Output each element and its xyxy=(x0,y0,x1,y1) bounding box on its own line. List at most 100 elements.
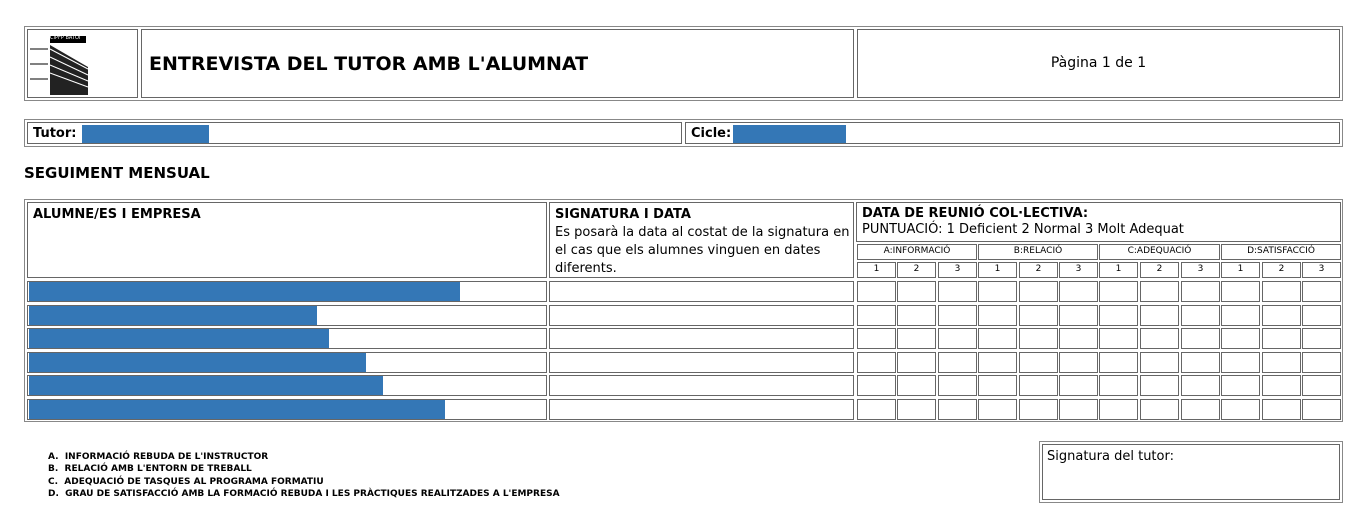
score-cell[interactable] xyxy=(1059,375,1098,396)
score-cell[interactable] xyxy=(897,399,936,420)
score-scale: PUNTUACIÓ: 1 Deficient 2 Normal 3 Molt A… xyxy=(862,222,1184,237)
score-cell[interactable] xyxy=(1099,352,1138,373)
score-column-header: 2 xyxy=(1140,262,1179,278)
score-column-header: 3 xyxy=(1302,262,1341,278)
score-cell[interactable] xyxy=(897,305,936,326)
tutor-signature-field: Signatura del tutor: xyxy=(1042,444,1340,500)
score-cell[interactable] xyxy=(1262,328,1301,349)
score-cell[interactable] xyxy=(978,328,1017,349)
score-cell[interactable] xyxy=(1302,305,1341,326)
score-cell[interactable] xyxy=(1059,305,1098,326)
signature-date-cell[interactable] xyxy=(549,328,854,349)
score-cell[interactable] xyxy=(1019,375,1058,396)
score-cell[interactable] xyxy=(1302,328,1341,349)
score-cell[interactable] xyxy=(1181,305,1220,326)
score-cell[interactable] xyxy=(938,399,977,420)
score-cell[interactable] xyxy=(978,352,1017,373)
signature-date-cell[interactable] xyxy=(549,399,854,420)
score-cell[interactable] xyxy=(1181,328,1220,349)
score-cell[interactable] xyxy=(1302,399,1341,420)
score-cell[interactable] xyxy=(1059,352,1098,373)
score-cell[interactable] xyxy=(938,328,977,349)
score-cell[interactable] xyxy=(1099,328,1138,349)
score-cell[interactable] xyxy=(1140,399,1179,420)
score-column-header: 1 xyxy=(1099,262,1138,278)
score-cell[interactable] xyxy=(978,281,1017,302)
score-cell[interactable] xyxy=(1221,352,1260,373)
score-cell[interactable] xyxy=(1181,375,1220,396)
student-cell[interactable] xyxy=(27,305,547,326)
score-cell[interactable] xyxy=(1019,352,1058,373)
score-cell[interactable] xyxy=(978,305,1017,326)
score-cell[interactable] xyxy=(1140,305,1179,326)
score-cell[interactable] xyxy=(857,281,896,302)
score-cell[interactable] xyxy=(1099,281,1138,302)
signature-date-cell[interactable] xyxy=(549,352,854,373)
score-cell[interactable] xyxy=(1140,375,1179,396)
score-cell[interactable] xyxy=(1262,281,1301,302)
legend-item: B. RELACIÓ AMB L'ENTORN DE TREBALL xyxy=(48,464,252,475)
score-cell[interactable] xyxy=(938,281,977,302)
score-cell[interactable] xyxy=(857,399,896,420)
score-cell[interactable] xyxy=(897,328,936,349)
student-redaction xyxy=(29,306,317,325)
score-cell[interactable] xyxy=(938,352,977,373)
score-cell[interactable] xyxy=(1221,328,1260,349)
score-cell[interactable] xyxy=(1262,399,1301,420)
score-column-header: 3 xyxy=(1059,262,1098,278)
title-cell: ENTREVISTA DEL TUTOR AMB L'ALUMNAT xyxy=(141,29,854,98)
score-cell[interactable] xyxy=(938,305,977,326)
score-cell[interactable] xyxy=(938,375,977,396)
score-cell[interactable] xyxy=(1262,352,1301,373)
signature-date-cell[interactable] xyxy=(549,375,854,396)
student-cell[interactable] xyxy=(27,375,547,396)
score-cell[interactable] xyxy=(1181,399,1220,420)
score-cell[interactable] xyxy=(978,399,1017,420)
score-cell[interactable] xyxy=(1221,281,1260,302)
score-cell[interactable] xyxy=(978,375,1017,396)
score-cell[interactable] xyxy=(897,352,936,373)
score-cell[interactable] xyxy=(1221,399,1260,420)
score-cell[interactable] xyxy=(1140,328,1179,349)
score-cell[interactable] xyxy=(1059,328,1098,349)
score-cell[interactable] xyxy=(1140,281,1179,302)
student-redaction xyxy=(29,282,460,301)
score-cell[interactable] xyxy=(1302,352,1341,373)
score-cell[interactable] xyxy=(897,375,936,396)
score-cell[interactable] xyxy=(1221,305,1260,326)
score-cell[interactable] xyxy=(857,375,896,396)
score-cell[interactable] xyxy=(1099,375,1138,396)
score-cell[interactable] xyxy=(1140,352,1179,373)
tutor-redaction xyxy=(82,125,209,143)
score-cell[interactable] xyxy=(1099,399,1138,420)
score-cell[interactable] xyxy=(1302,281,1341,302)
score-cell[interactable] xyxy=(857,305,896,326)
score-cell[interactable] xyxy=(1302,375,1341,396)
score-cell[interactable] xyxy=(1019,328,1058,349)
score-cell[interactable] xyxy=(1262,305,1301,326)
score-cell[interactable] xyxy=(1059,399,1098,420)
score-cell[interactable] xyxy=(1099,305,1138,326)
score-cell[interactable] xyxy=(1019,281,1058,302)
score-cell[interactable] xyxy=(1181,352,1220,373)
student-redaction xyxy=(29,376,383,395)
score-cell[interactable] xyxy=(1019,305,1058,326)
score-column-header: 2 xyxy=(1262,262,1301,278)
score-cell[interactable] xyxy=(1019,399,1058,420)
signature-date-cell[interactable] xyxy=(549,305,854,326)
score-cell[interactable] xyxy=(1221,375,1260,396)
score-cell[interactable] xyxy=(1262,375,1301,396)
logo-cell: CIPFP BATOI xyxy=(27,29,138,98)
score-cell[interactable] xyxy=(857,328,896,349)
score-cell[interactable] xyxy=(897,281,936,302)
student-cell[interactable] xyxy=(27,352,547,373)
criteria-group-header: D:SATISFACCIÓ xyxy=(1221,244,1341,260)
student-cell[interactable] xyxy=(27,399,547,420)
score-column-header: 3 xyxy=(938,262,977,278)
score-cell[interactable] xyxy=(857,352,896,373)
score-cell[interactable] xyxy=(1059,281,1098,302)
signature-date-cell[interactable] xyxy=(549,281,854,302)
student-cell[interactable] xyxy=(27,328,547,349)
score-cell[interactable] xyxy=(1181,281,1220,302)
student-cell[interactable] xyxy=(27,281,547,302)
